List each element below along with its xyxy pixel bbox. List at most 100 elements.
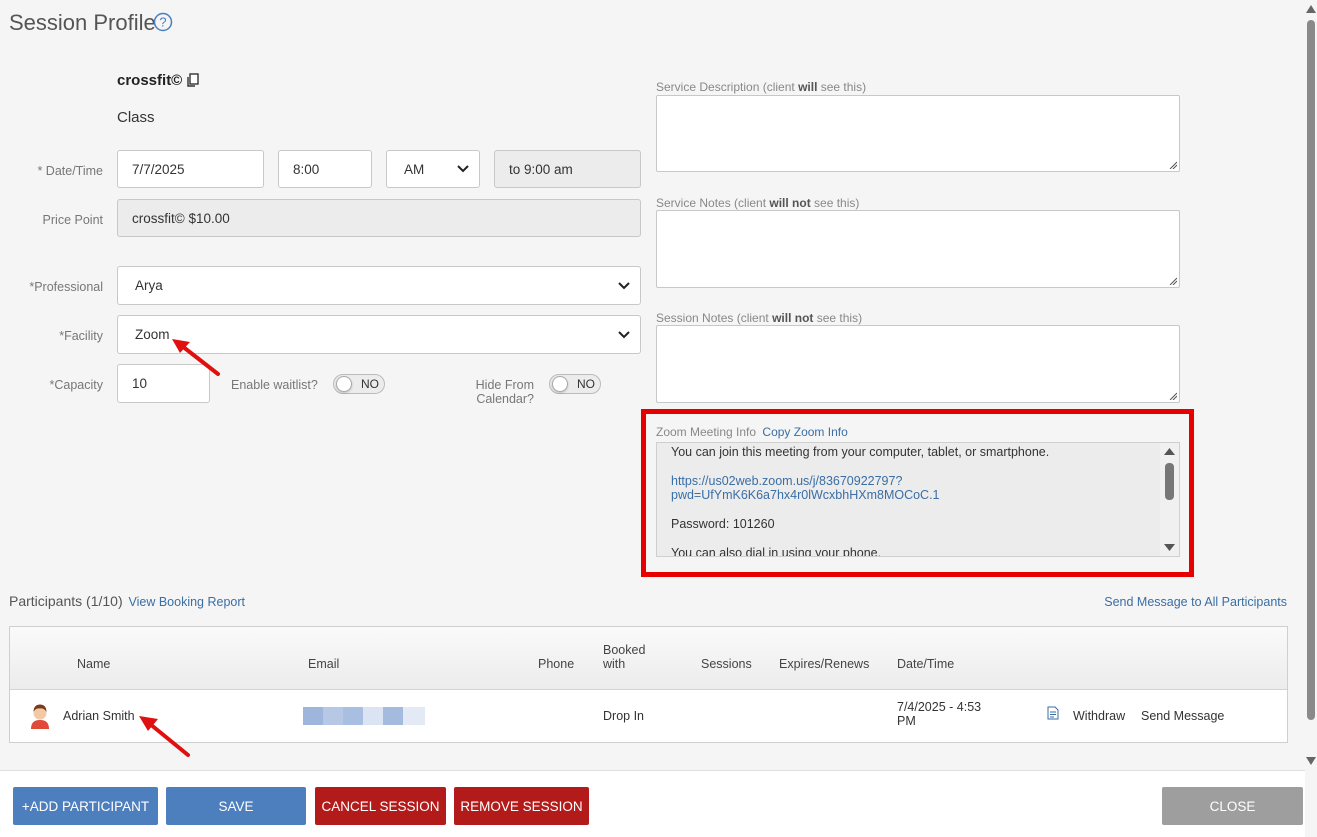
label-bold: will [798,80,818,94]
col-email[interactable]: Email [308,657,339,671]
price-point-label: Price Point [42,213,103,227]
label-suffix: see this) [817,80,867,94]
professional-value: Arya [135,278,163,293]
participants-heading: Participants (1/10) View Booking Report [9,593,245,609]
table-header: Name Email Phone Booked with Sessions Ex… [10,627,1287,690]
withdraw-link[interactable]: Withdraw [1073,709,1125,723]
col-booked-line2: with [603,657,626,671]
capacity-input[interactable]: 10 [117,364,210,403]
professional-select[interactable]: Arya [117,266,641,305]
col-name[interactable]: Name [77,657,110,671]
hide-calendar-state: NO [577,377,595,391]
zoom-info-textarea[interactable]: You can join this meeting from your comp… [656,442,1180,557]
datetime-label: * Date/Time [37,164,103,178]
capacity-value: 10 [132,376,148,391]
label-suffix: see this) [810,196,860,210]
facility-value: Zoom [135,327,170,342]
facility-select[interactable]: Zoom [117,315,641,354]
time-value: 8:00 [293,161,320,177]
service-description-textarea[interactable] [656,95,1180,172]
footer-bar: +ADD PARTICIPANT SAVE CANCEL SESSION REM… [0,770,1305,837]
facility-label: *Facility [59,329,103,343]
hide-calendar-toggle[interactable]: NO [549,374,601,394]
ampm-value: AM [404,161,425,177]
page-title: Session Profile [9,10,156,35]
copy-icon[interactable] [186,73,200,87]
zoom-scrollbar[interactable] [1160,443,1179,556]
zoom-password: Password: 101260 [671,517,775,531]
session-notes-label: Session Notes (client will not see this) [656,311,862,325]
zoom-meeting-url[interactable]: https://us02web.zoom.us/j/83670922797? pw… [671,474,1161,502]
participants-table: Name Email Phone Booked with Sessions Ex… [9,626,1288,743]
chevron-down-icon [618,281,630,289]
waitlist-state: NO [361,377,379,391]
zoom-label-text: Zoom Meeting Info [656,425,757,439]
waitlist-label: Enable waitlist? [231,378,318,392]
zoom-info-label: Zoom Meeting Info Copy Zoom Info [656,425,848,439]
col-expires[interactable]: Expires/Renews [779,657,869,671]
remove-session-button[interactable]: REMOVE SESSION [454,787,589,825]
col-booked-line1: Booked [603,643,646,657]
professional-label: *Professional [29,280,103,294]
waitlist-toggle[interactable]: NO [333,374,385,394]
toggle-knob [552,376,568,392]
copy-zoom-info-link[interactable]: Copy Zoom Info [762,425,847,439]
send-message-link[interactable]: Send Message [1141,709,1224,723]
service-notes-textarea[interactable] [656,210,1180,288]
add-participant-button[interactable]: +ADD PARTICIPANT [13,787,158,825]
zoom-dial-in-text: You can also dial in using your phone. [671,546,882,557]
label-prefix: Session Notes (client [656,311,773,325]
zoom-url-line1: https://us02web.zoom.us/j/83670922797? [671,474,903,488]
ampm-select[interactable]: AM [386,150,480,188]
capacity-label: *Capacity [49,378,104,392]
service-description-label: Service Description (client will see thi… [656,80,866,94]
col-booked-with[interactable]: Booked with [603,643,645,671]
label-bold: will not [769,196,811,210]
service-name: crossfit© [117,72,183,89]
booking-datetime: 7/4/2025 - 4:53 PM [897,700,981,728]
avatar [31,704,49,729]
cancel-session-button[interactable]: CANCEL SESSION [315,787,446,825]
price-point-value: crossfit© $10.00 [132,210,230,226]
document-icon[interactable] [1047,706,1059,720]
col-phone[interactable]: Phone [538,657,574,671]
resize-grip-icon[interactable] [1169,161,1177,169]
send-message-all-link[interactable]: Send Message to All Participants [1104,595,1287,609]
time-input[interactable]: 8:00 [278,150,372,188]
datetime-line2: PM [897,714,916,728]
resize-grip-icon[interactable] [1169,277,1177,285]
toggle-knob [336,376,352,392]
end-time-value: to 9:00 am [509,161,573,177]
help-icon[interactable]: ? [153,12,173,32]
label-bold: will not [772,311,814,325]
hide-label-line2: Calendar? [476,392,534,406]
email-redacted [303,707,425,725]
svg-text:?: ? [159,15,166,30]
zoom-info-content: You can join this meeting from your comp… [671,445,1161,557]
col-datetime[interactable]: Date/Time [897,657,954,671]
chevron-down-icon [457,165,469,173]
save-button[interactable]: SAVE [166,787,306,825]
service-type: Class [117,109,155,126]
label-prefix: Service Description (client [656,80,799,94]
date-input[interactable]: 7/7/2025 [117,150,264,188]
session-notes-textarea[interactable] [656,325,1180,403]
datetime-line1: 7/4/2025 - 4:53 [897,700,982,714]
close-button[interactable]: CLOSE [1162,787,1303,825]
col-sessions[interactable]: Sessions [701,657,752,671]
page-scrollbar[interactable] [1305,0,1317,770]
zoom-join-text: You can join this meeting from your comp… [671,445,1050,459]
service-notes-label: Service Notes (client will not see this) [656,196,859,210]
resize-grip-icon[interactable] [1169,392,1177,400]
hide-calendar-label: Hide From Calendar? [440,378,534,406]
participants-count: Participants (1/10) [9,593,123,609]
booked-with-value: Drop In [603,709,644,723]
end-time-display: to 9:00 am [494,150,641,188]
label-prefix: Service Notes (client [656,196,770,210]
price-point-display: crossfit© $10.00 [117,199,641,237]
chevron-down-icon [618,330,630,338]
view-booking-report-link[interactable]: View Booking Report [129,595,246,609]
label-suffix: see this) [813,311,863,325]
participant-name-link[interactable]: Adrian Smith [63,709,135,723]
date-value: 7/7/2025 [132,161,185,177]
